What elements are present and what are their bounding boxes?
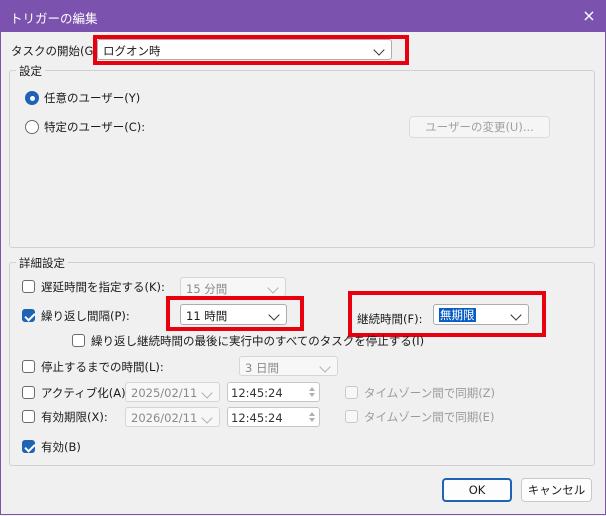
stop-at-end-label: 繰り返し継続時間の最後に実行中のすべてのタスクを停止する(I) — [91, 334, 425, 348]
delay-value: 15 分間 — [186, 282, 228, 296]
activate-sync-label: タイムゾーン間で同期(Z) — [364, 386, 496, 400]
spin-up-icon[interactable] — [309, 412, 315, 416]
expire-sync-label: タイムゾーン間で同期(E) — [364, 410, 495, 424]
spin-up-icon[interactable] — [309, 387, 315, 391]
any-user-label: 任意のユーザー(Y) — [44, 91, 141, 105]
expire-time-spinner[interactable]: 12:45:24 — [227, 407, 320, 427]
delay-checkbox[interactable] — [22, 280, 35, 293]
stop-after-value: 3 日間 — [245, 361, 279, 375]
activate-checkbox[interactable] — [22, 386, 35, 399]
window-title: トリガーの編集 — [10, 11, 98, 26]
stop-after-checkbox[interactable] — [22, 360, 35, 373]
activate-time-value: 12:45:24 — [231, 386, 283, 400]
close-icon[interactable]: × — [578, 5, 600, 27]
activate-sync-checkbox[interactable] — [345, 386, 358, 399]
specific-user-radio[interactable] — [25, 120, 39, 134]
delay-label: 遅延時間を指定する(K): — [41, 280, 165, 294]
begin-task-label: タスクの開始(G): — [11, 44, 102, 58]
enabled-checkbox[interactable] — [22, 440, 35, 453]
expire-label: 有効期限(X): — [41, 410, 108, 424]
chevron-down-icon — [201, 387, 213, 399]
activate-date-value: 2025/02/11 — [131, 386, 198, 400]
activate-time-spinner[interactable]: 12:45:24 — [227, 382, 320, 402]
activate-date-picker[interactable]: 2025/02/11 — [125, 382, 220, 402]
settings-group-title: 設定 — [16, 63, 45, 79]
highlight-box-repeat — [166, 296, 304, 331]
ok-button[interactable]: OK — [442, 478, 512, 502]
stop-after-dropdown[interactable]: 3 日間 — [239, 356, 338, 376]
activate-label: アクティブ化(A): — [41, 386, 130, 400]
delay-dropdown[interactable]: 15 分間 — [180, 277, 286, 297]
stop-after-label: 停止するまでの時間(L): — [41, 360, 164, 374]
chevron-down-icon — [319, 361, 331, 373]
title-bar: トリガーの編集 × — [0, 0, 606, 32]
expire-checkbox[interactable] — [22, 410, 35, 423]
change-user-button[interactable]: ユーザーの変更(U)... — [409, 116, 550, 138]
any-user-radio[interactable] — [25, 91, 39, 105]
expire-time-value: 12:45:24 — [231, 411, 283, 425]
chevron-down-icon — [201, 412, 213, 424]
repeat-label: 繰り返し間隔(P): — [41, 309, 130, 323]
spin-down-icon[interactable] — [309, 418, 315, 422]
stop-at-end-checkbox[interactable] — [72, 334, 85, 347]
highlight-box-duration — [348, 291, 546, 337]
cancel-button[interactable]: キャンセル — [521, 478, 592, 502]
repeat-checkbox[interactable] — [22, 309, 35, 322]
spin-down-icon[interactable] — [309, 393, 315, 397]
expire-date-value: 2026/02/11 — [131, 411, 198, 425]
advanced-settings-group-title: 詳細設定 — [16, 255, 68, 271]
enabled-label: 有効(B) — [41, 440, 81, 454]
chevron-down-icon — [267, 282, 279, 294]
expire-date-picker[interactable]: 2026/02/11 — [125, 407, 220, 427]
specific-user-label: 特定のユーザー(C): — [44, 120, 146, 134]
highlight-box-begin-task — [93, 35, 409, 65]
expire-sync-checkbox[interactable] — [345, 410, 358, 423]
